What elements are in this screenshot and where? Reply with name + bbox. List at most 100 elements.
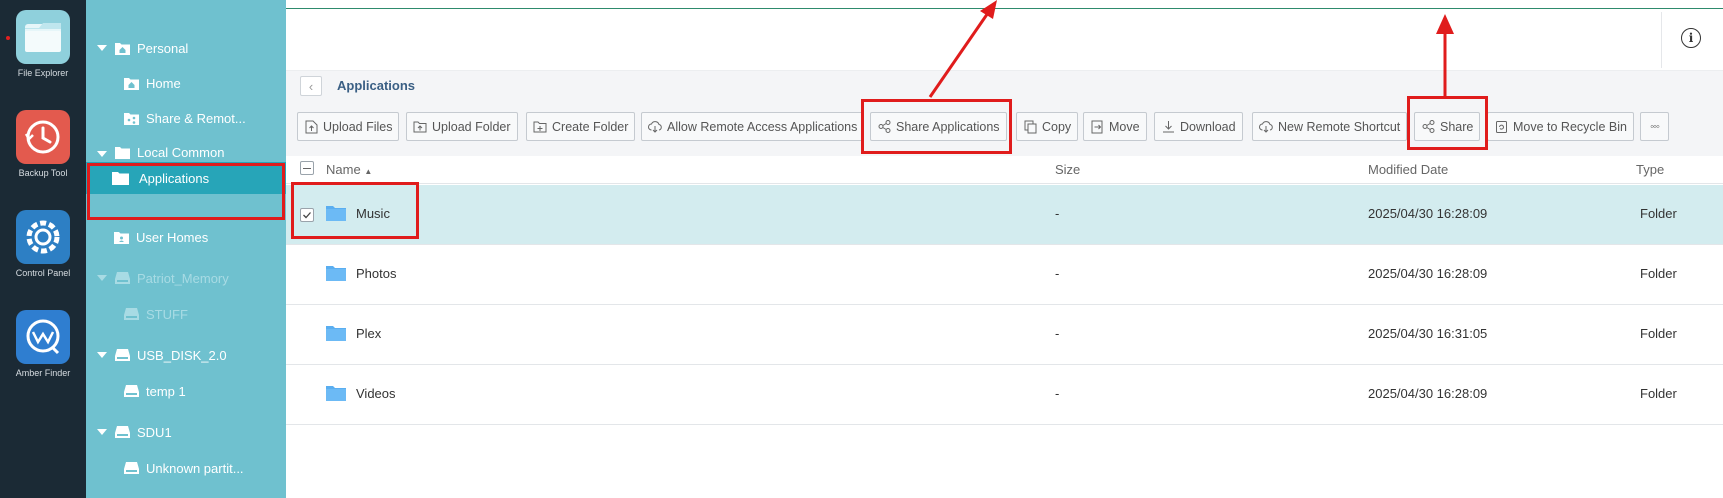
dock-app-control-panel[interactable]: Control Panel xyxy=(0,210,86,278)
share-applications-button[interactable]: Share Applications xyxy=(870,112,1007,141)
button-label: Upload Folder xyxy=(432,119,511,134)
sidebar-item-label: Patriot_Memory xyxy=(137,270,229,286)
move-to-recycle-bin-button[interactable]: Move to Recycle Bin xyxy=(1487,112,1634,141)
app-dock: File Explorer Backup Tool Control Panel … xyxy=(0,0,86,498)
share-button[interactable]: Share xyxy=(1414,112,1481,141)
file-modified-date: 2025/04/30 16:28:09 xyxy=(1368,386,1488,401)
file-name[interactable]: Photos xyxy=(356,266,396,281)
action-toolbar: Upload Files Upload Folder Create Folder… xyxy=(286,100,1723,156)
sidebar-item-sdu1[interactable]: SDU1 xyxy=(86,417,286,447)
column-header-modified[interactable]: Modified Date xyxy=(1368,162,1448,177)
column-header-name[interactable]: Name ▲ xyxy=(326,162,372,177)
column-header-label: Name xyxy=(326,162,361,177)
drive-icon xyxy=(114,348,130,362)
button-label: Allow Remote Access Applications xyxy=(667,119,858,134)
file-size: - xyxy=(1055,206,1060,221)
divider xyxy=(1661,12,1662,68)
file-size: - xyxy=(1055,386,1060,401)
sidebar-item-personal[interactable]: Personal xyxy=(86,33,286,63)
dock-app-label: File Explorer xyxy=(17,68,69,78)
drive-icon xyxy=(123,384,139,398)
table-row[interactable]: Music - 2025/04/30 16:28:09 Folder xyxy=(286,185,1723,245)
table-header: Name ▲ Size Modified Date Type xyxy=(286,156,1723,184)
sidebar-item-label: temp 1 xyxy=(146,383,186,399)
dock-app-label: Amber Finder xyxy=(15,368,71,378)
new-remote-shortcut-button[interactable]: New Remote Shortcut xyxy=(1252,112,1408,141)
clock-app-icon xyxy=(16,110,70,164)
chevron-down-icon[interactable] xyxy=(97,352,107,358)
cloud-download-icon xyxy=(1259,120,1273,134)
button-label: Move xyxy=(1109,119,1140,134)
button-label: Share xyxy=(1440,119,1474,134)
file-type: Folder xyxy=(1640,206,1677,221)
row-checkbox-checked[interactable] xyxy=(300,208,314,222)
file-modified-date: 2025/04/30 16:28:09 xyxy=(1368,266,1488,281)
back-button[interactable]: ‹ xyxy=(300,76,322,96)
table-row[interactable]: Photos - 2025/04/30 16:28:09 Folder xyxy=(286,245,1723,305)
folder-icon xyxy=(326,205,346,221)
download-button[interactable]: Download xyxy=(1154,112,1243,141)
file-name[interactable]: Videos xyxy=(356,386,396,401)
button-label: Copy xyxy=(1042,119,1072,134)
select-all-checkbox[interactable] xyxy=(300,161,314,175)
sidebar-item-home[interactable]: Home xyxy=(86,68,286,98)
allow-remote-access-button[interactable]: Allow Remote Access Applications xyxy=(641,112,865,141)
sidebar-item-applications[interactable]: Applications xyxy=(86,162,286,194)
sidebar-item-label: Personal xyxy=(137,40,189,56)
dock-app-amber-finder[interactable]: Amber Finder xyxy=(0,310,86,378)
chevron-down-icon[interactable] xyxy=(97,275,107,281)
chevron-down-icon[interactable] xyxy=(97,429,107,435)
copy-icon xyxy=(1023,120,1037,134)
chevron-down-icon[interactable] xyxy=(97,151,107,157)
create-folder-button[interactable]: Create Folder xyxy=(526,112,636,141)
column-header-type[interactable]: Type xyxy=(1636,162,1664,177)
drive-icon xyxy=(114,425,130,439)
sidebar-item-temp1[interactable]: temp 1 xyxy=(86,376,286,406)
button-label: Move to Recycle Bin xyxy=(1513,119,1627,134)
sidebar-item-usb-disk[interactable]: USB_DISK_2.0 xyxy=(86,340,286,370)
sidebar-item-label: User Homes xyxy=(136,229,209,245)
window-top-border xyxy=(286,8,1723,9)
sidebar-item-label: SDU1 xyxy=(137,424,172,440)
move-icon xyxy=(1090,120,1104,134)
more-options-button[interactable]: ◦◦◦ xyxy=(1640,112,1669,141)
file-name[interactable]: Plex xyxy=(356,326,381,341)
file-modified-date: 2025/04/30 16:31:05 xyxy=(1368,326,1488,341)
download-icon xyxy=(1161,120,1175,134)
folder-icon xyxy=(326,325,346,341)
upload-folder-button[interactable]: Upload Folder xyxy=(406,112,518,141)
dock-app-file-explorer[interactable]: File Explorer xyxy=(0,10,86,78)
file-type: Folder xyxy=(1640,326,1677,341)
upload-files-button[interactable]: Upload Files xyxy=(297,112,400,141)
sidebar-item-label: Local Common xyxy=(137,145,225,160)
sidebar-item-stuff[interactable]: STUFF xyxy=(86,299,286,329)
info-icon[interactable]: i xyxy=(1681,28,1701,48)
folder-tree-sidebar: Personal Home Share & Remot... Local Com… xyxy=(86,0,286,498)
dock-app-backup-tool[interactable]: Backup Tool xyxy=(0,110,86,178)
file-size: - xyxy=(1055,326,1060,341)
file-name[interactable]: Music xyxy=(356,206,390,221)
copy-button[interactable]: Copy xyxy=(1016,112,1079,141)
sidebar-item-label: Home xyxy=(146,75,181,91)
page-title: Applications xyxy=(337,78,416,93)
table-row[interactable]: Videos - 2025/04/30 16:28:09 Folder xyxy=(286,365,1723,425)
column-header-size[interactable]: Size xyxy=(1055,162,1080,177)
file-type: Folder xyxy=(1640,266,1677,281)
sidebar-item-share-remote[interactable]: Share & Remot... xyxy=(86,103,286,133)
share-icon xyxy=(877,120,891,134)
file-modified-date: 2025/04/30 16:28:09 xyxy=(1368,206,1488,221)
sidebar-item-user-homes[interactable]: User Homes xyxy=(86,222,286,252)
create-folder-icon xyxy=(533,120,547,134)
sidebar-item-patriot-memory[interactable]: Patriot_Memory xyxy=(86,263,286,293)
chevron-down-icon[interactable] xyxy=(97,45,107,51)
sidebar-item-unknown-partition[interactable]: Unknown partit... xyxy=(86,453,286,483)
share-icon xyxy=(1421,120,1435,134)
move-button[interactable]: Move xyxy=(1083,112,1147,141)
recycle-bin-icon xyxy=(1494,120,1508,134)
button-label: New Remote Shortcut xyxy=(1278,119,1401,134)
user-folder-icon xyxy=(113,230,129,244)
sort-ascending-icon: ▲ xyxy=(364,167,373,176)
table-row[interactable]: Plex - 2025/04/30 16:31:05 Folder xyxy=(286,305,1723,365)
button-label: Download xyxy=(1180,119,1236,134)
upload-file-icon xyxy=(304,120,318,134)
